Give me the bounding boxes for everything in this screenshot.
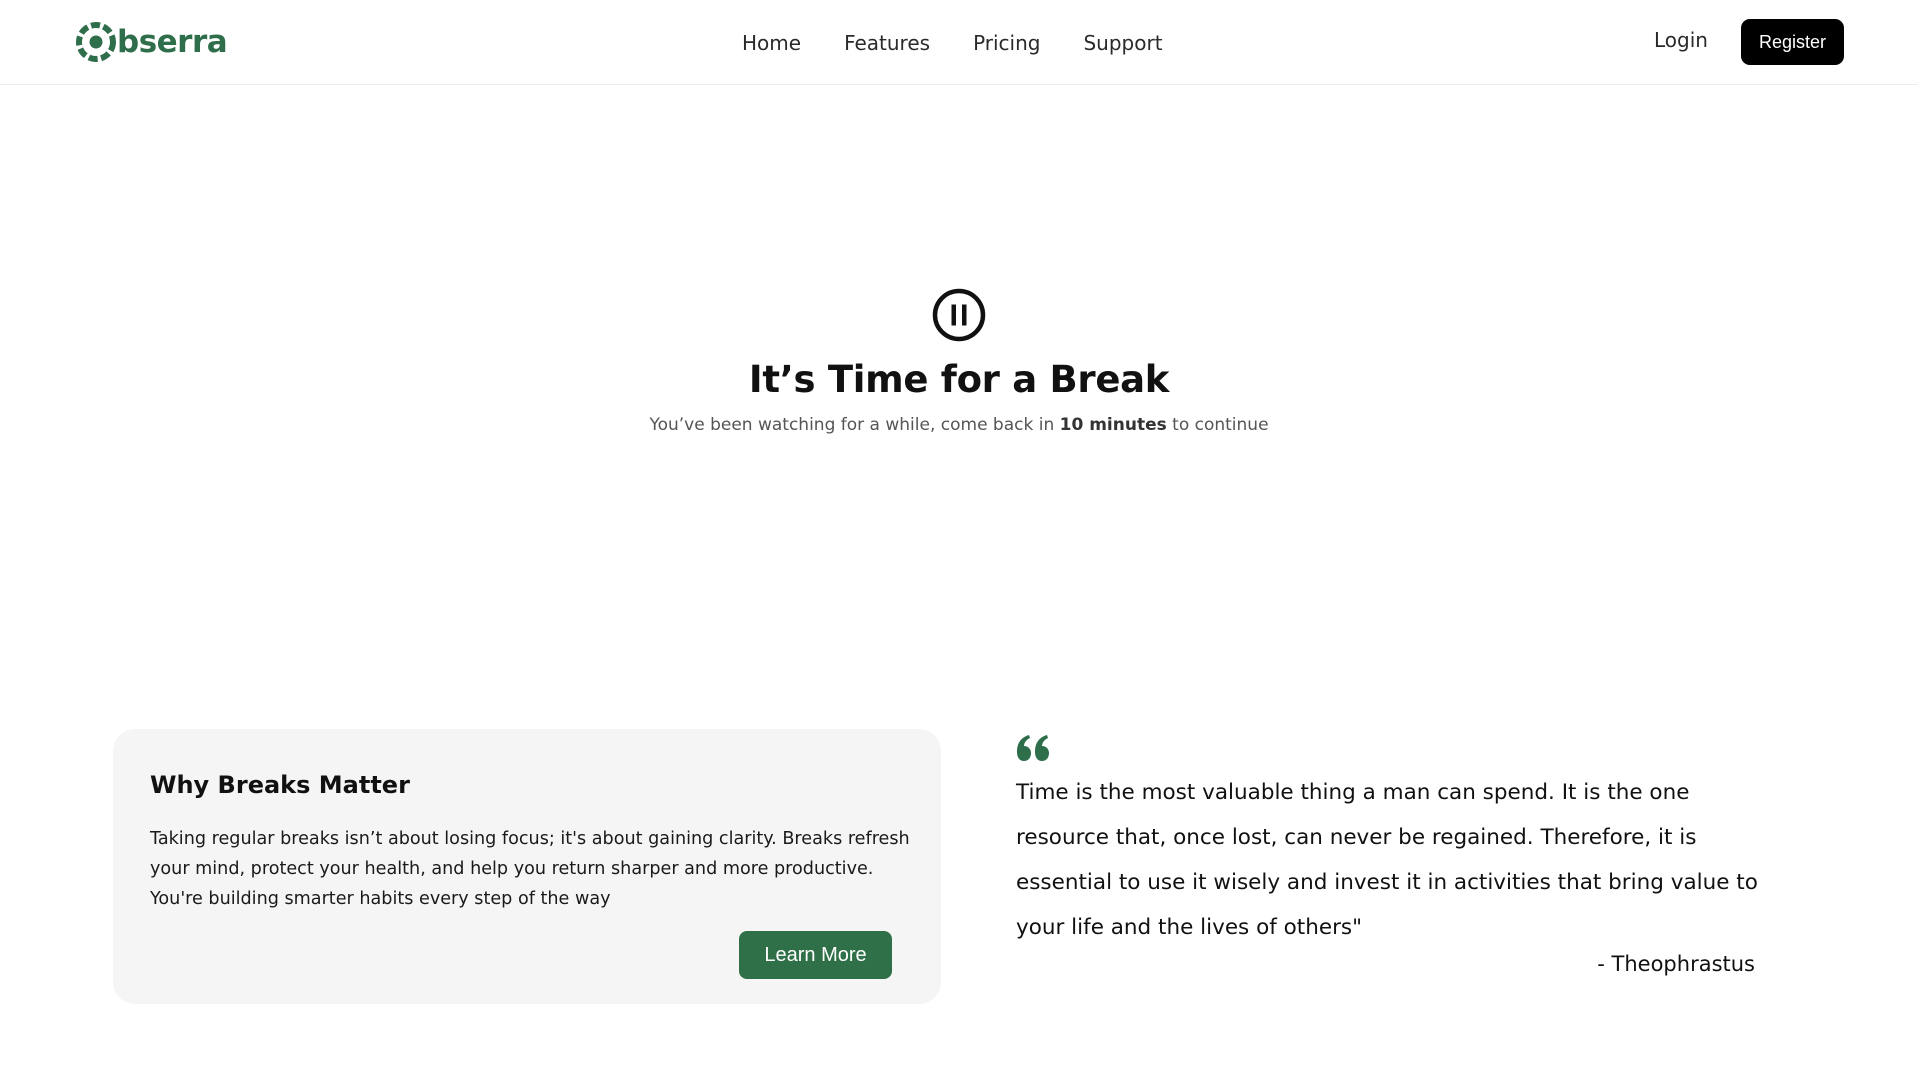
top-navbar: bserra Home Features Pricing Support Log… <box>0 0 1918 85</box>
brand-name: bserra <box>117 23 228 60</box>
card-title: Why Breaks Matter <box>150 771 410 799</box>
subtitle-text-after: to continue <box>1166 415 1269 435</box>
nav-features-link[interactable]: Features <box>844 31 930 55</box>
main-nav: Home Features Pricing Support <box>742 28 1163 58</box>
quote-text: Time is the most valuable thing a man ca… <box>1016 780 1758 940</box>
register-button[interactable]: Register <box>1741 19 1844 65</box>
break-hero: It’s Time for a Break You’ve been watchi… <box>0 280 1918 435</box>
brand-logo[interactable]: bserra <box>76 20 228 64</box>
quote-open-icon <box>1017 735 1049 761</box>
quote-author: - Theophrastus <box>1597 952 1755 976</box>
aperture-logo-icon <box>76 22 116 62</box>
learn-more-button[interactable]: Learn More <box>739 931 892 979</box>
remaining-time: 10 minutes <box>1059 415 1167 435</box>
nav-pricing-link[interactable]: Pricing <box>973 31 1040 55</box>
nav-support-link[interactable]: Support <box>1083 31 1162 55</box>
why-breaks-card: Why Breaks Matter Taking regular breaks … <box>113 729 941 1004</box>
nav-home-link[interactable]: Home <box>742 31 801 55</box>
pause-circle-icon <box>932 288 986 342</box>
page-title: It’s Time for a Break <box>748 358 1170 401</box>
break-subtitle: You’ve been watching for a while, come b… <box>0 415 1918 435</box>
card-body: Taking regular breaks isn’t about losing… <box>150 829 910 909</box>
login-link[interactable]: Login <box>1654 28 1708 52</box>
subtitle-text-before: You’ve been watching for a while, come b… <box>649 415 1060 435</box>
quote-block: Time is the most valuable thing a man ca… <box>1016 734 1762 976</box>
